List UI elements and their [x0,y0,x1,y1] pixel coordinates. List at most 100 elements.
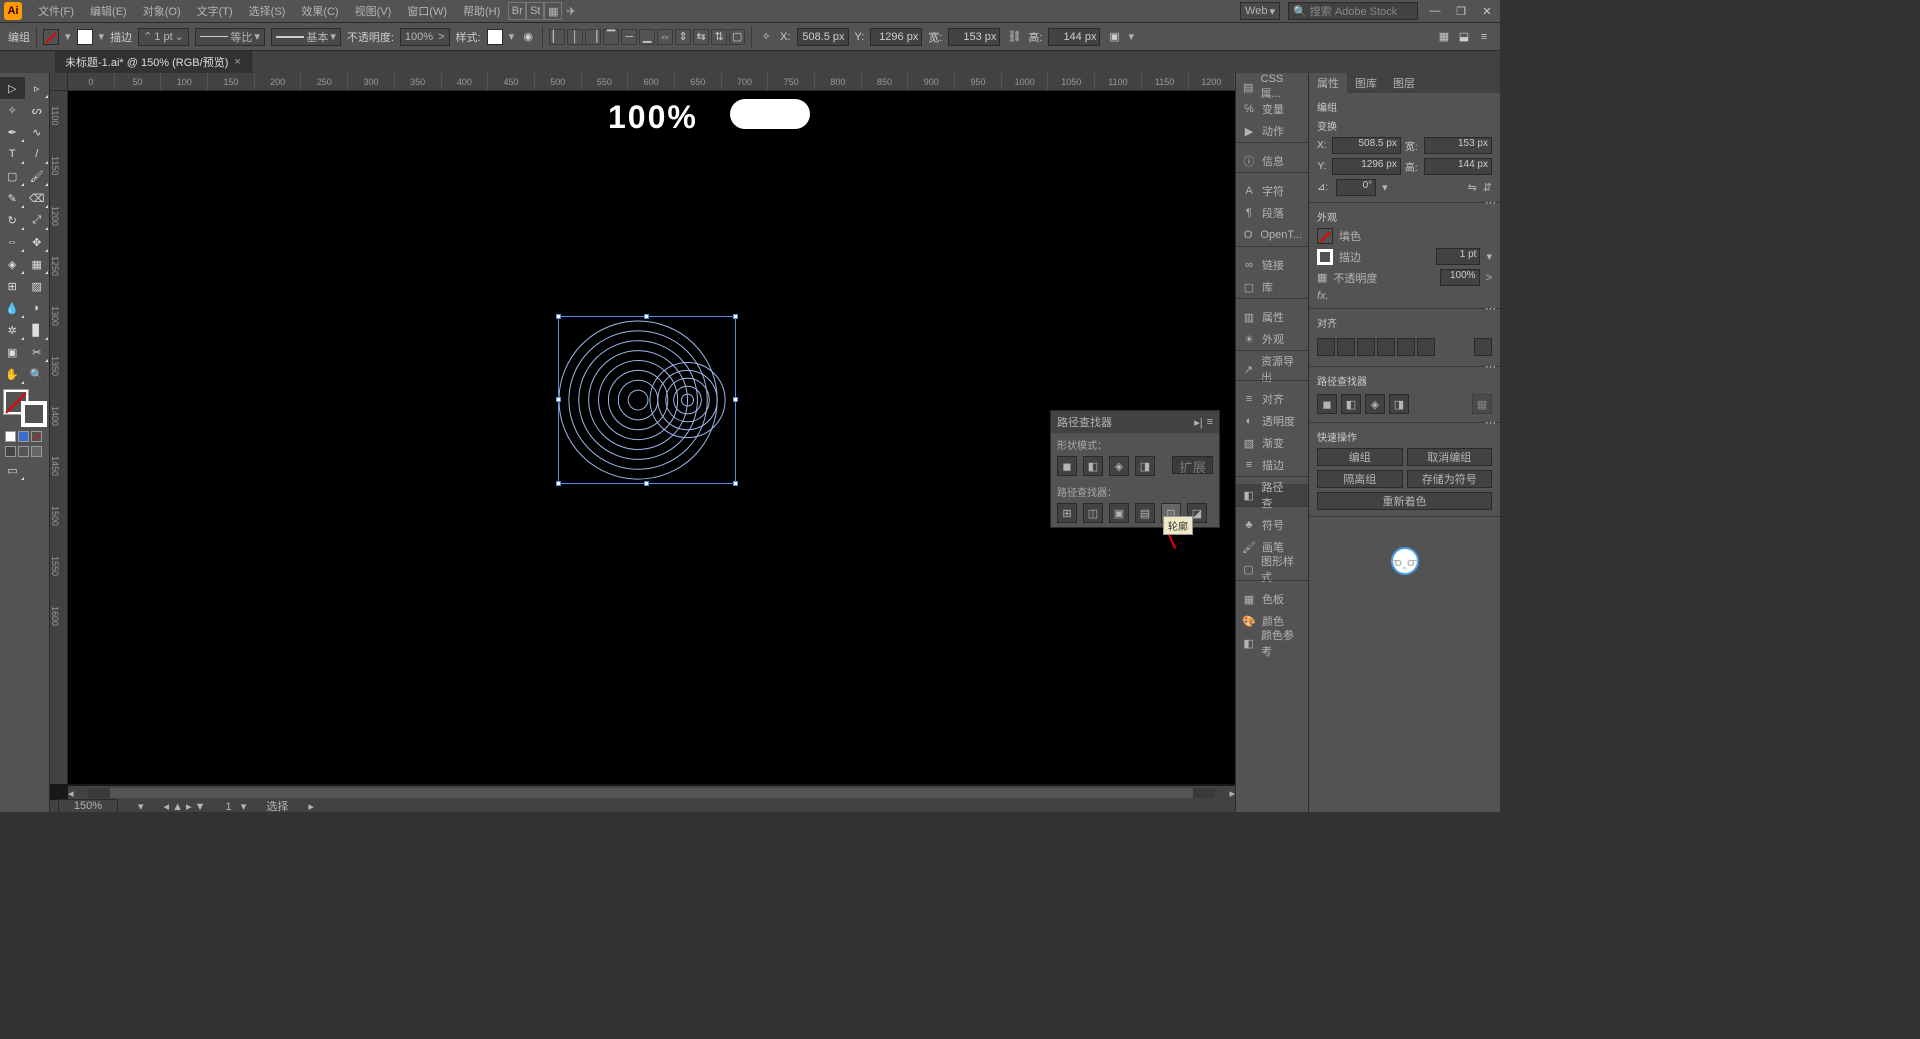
handle-icon[interactable] [556,397,561,402]
pf-expand-icon[interactable]: ▦ [1472,394,1492,414]
screen-mode-icon[interactable]: ▭ [0,459,25,481]
btn-isolate[interactable]: 隔离组 [1317,470,1403,488]
dock-props[interactable]: ▥属性 [1236,306,1308,328]
dock-actions[interactable]: ▶动作 [1236,120,1308,142]
workspace-select[interactable]: Web▾ [1240,2,1280,20]
dock-cguide[interactable]: ◧颜色参考 [1236,632,1308,654]
draw-behind-icon[interactable] [18,446,29,457]
angle-input[interactable]: 0° [1336,179,1376,196]
link-wh-icon[interactable]: ⛓ [1006,29,1022,45]
menu-type[interactable]: 文字(T) [189,0,241,22]
collapse-icon[interactable]: ▸| [1194,416,1202,429]
stock-icon[interactable]: St [526,2,544,20]
align-right-icon[interactable] [1357,338,1375,356]
perspective-tool-icon[interactable]: ▦ [25,253,50,275]
align-to-icon[interactable] [1474,338,1492,356]
align-vc-icon[interactable] [1397,338,1415,356]
handle-icon[interactable] [644,314,649,319]
fx-label[interactable]: fx. [1317,290,1492,302]
dock-transp[interactable]: ◐透明度 [1236,410,1308,432]
stroke-profile-select[interactable]: 基本▾ [271,28,341,46]
draw-inside-icon[interactable] [31,446,42,457]
dock-char[interactable]: A字符 [1236,180,1308,202]
brush-tool-icon[interactable]: 🖌 [25,165,50,187]
document-tab[interactable]: 未标题-1.ai* @ 150% (RGB/预览) × [55,51,252,73]
btn-ungroup[interactable]: 取消编组 [1407,448,1493,466]
h-input[interactable]: 144 px [1048,28,1100,46]
minus-front-icon[interactable]: ◧ [1083,456,1103,476]
dock-lib[interactable]: ▢库 [1236,276,1308,298]
pathfinder-panel[interactable]: 路径查找器 ▸|≡ 形状模式： ◼ ◧ ◈ ◨ 扩展 路径查找器： ⊞ ◫ ▣ … [1050,410,1220,528]
handle-icon[interactable] [733,397,738,402]
iso-icon[interactable]: ▦ [1436,29,1452,45]
magic-wand-tool-icon[interactable]: ✧ [0,99,25,121]
divide-icon[interactable]: ⊞ [1057,503,1077,523]
dock-swatches[interactable]: ▦色板 [1236,588,1308,610]
ruler-horizontal[interactable]: 0501001502002503003504004505005506006507… [68,73,1235,91]
graph-tool-icon[interactable]: ▊ [25,319,50,341]
close-icon[interactable]: ✕ [1478,5,1496,17]
shaper-tool-icon[interactable]: ✎ [0,187,25,209]
zoom-tool-icon[interactable]: 🔍 [25,363,50,385]
dist-v2-icon[interactable]: ⇅ [711,29,727,45]
menu-select[interactable]: 选择(S) [241,0,294,22]
dock-para[interactable]: ¶段落 [1236,202,1308,224]
shape-icon[interactable]: ▣ [1106,29,1122,45]
dock-info[interactable]: ⓘ信息 [1236,150,1308,172]
handle-icon[interactable] [556,314,561,319]
more-icon[interactable]: ⋯ [1485,360,1496,373]
zoom-select[interactable]: 150% [58,799,118,812]
align-right-icon[interactable]: ▕ [585,29,601,45]
unite-icon[interactable]: ◼ [1057,456,1077,476]
symbol-sprayer-tool-icon[interactable]: ✲ [0,319,25,341]
gpu-icon[interactable]: ✈ [562,2,580,20]
merge-icon[interactable]: ▣ [1109,503,1129,523]
selection-box[interactable] [558,316,736,484]
selection-tool-icon[interactable]: ▷ [0,77,25,99]
dist-v-icon[interactable]: ⇕ [675,29,691,45]
color-mode-solid-icon[interactable] [5,431,16,442]
trim-icon[interactable]: ◫ [1083,503,1103,523]
stroke-width-select[interactable]: ⌃1 pt⌄ [138,28,189,46]
tab-libraries[interactable]: 图库 [1347,73,1385,93]
more-icon[interactable]: ≡ [1476,29,1492,45]
align-artboard-icon[interactable]: ▢ [729,29,745,45]
crop-icon[interactable]: ▤ [1135,503,1155,523]
stroke-swatch-icon[interactable] [77,29,93,45]
more-icon[interactable]: ⋯ [1485,302,1496,315]
transform-ref-icon[interactable]: ✧ [758,29,774,45]
eraser-tool-icon[interactable]: ⌫ [25,187,50,209]
handle-icon[interactable] [556,481,561,486]
eyedropper-tool-icon[interactable]: 💧 [0,297,25,319]
color-mode-none-icon[interactable] [31,431,42,442]
draw-normal-icon[interactable] [5,446,16,457]
bridge-icon[interactable]: Br [508,2,526,20]
prop-fill-swatch-icon[interactable] [1317,228,1333,244]
btn-group[interactable]: 编组 [1317,448,1403,466]
dist-h2-icon[interactable]: ⇆ [693,29,709,45]
handle-icon[interactable] [733,314,738,319]
btn-recolor[interactable]: 重新着色 [1317,492,1492,510]
dock-symbols[interactable]: ♣符号 [1236,514,1308,536]
gradient-tool-icon[interactable]: ▨ [25,275,50,297]
artboard-tool-icon[interactable]: ▣ [0,341,25,363]
align-top-icon[interactable]: ▔ [603,29,619,45]
y-input[interactable]: 1296 px [870,28,922,46]
tab-close-icon[interactable]: × [234,56,240,68]
align-left-icon[interactable] [1317,338,1335,356]
prop-stroke-swatch-icon[interactable] [1317,249,1333,265]
scale-tool-icon[interactable]: ⤢ [25,209,50,231]
align-top-icon[interactable] [1377,338,1395,356]
maximize-icon[interactable]: ❐ [1452,5,1470,17]
x-input[interactable]: 508.5 px [797,28,849,46]
shape-builder-tool-icon[interactable]: ◈ [0,253,25,275]
recolor-icon[interactable]: ◉ [520,29,536,45]
dock-appear[interactable]: ☀外观 [1236,328,1308,350]
dock-pathf[interactable]: ◧路径查... [1236,484,1308,506]
pen-tool-icon[interactable]: ✒ [0,121,25,143]
intersect-icon[interactable]: ◈ [1109,456,1129,476]
tab-layers[interactable]: 图层 [1385,73,1423,93]
prop-w-input[interactable]: 153 px [1424,137,1492,154]
btn-savesym[interactable]: 存储为符号 [1407,470,1493,488]
align-vcenter-icon[interactable]: ─ [621,29,637,45]
